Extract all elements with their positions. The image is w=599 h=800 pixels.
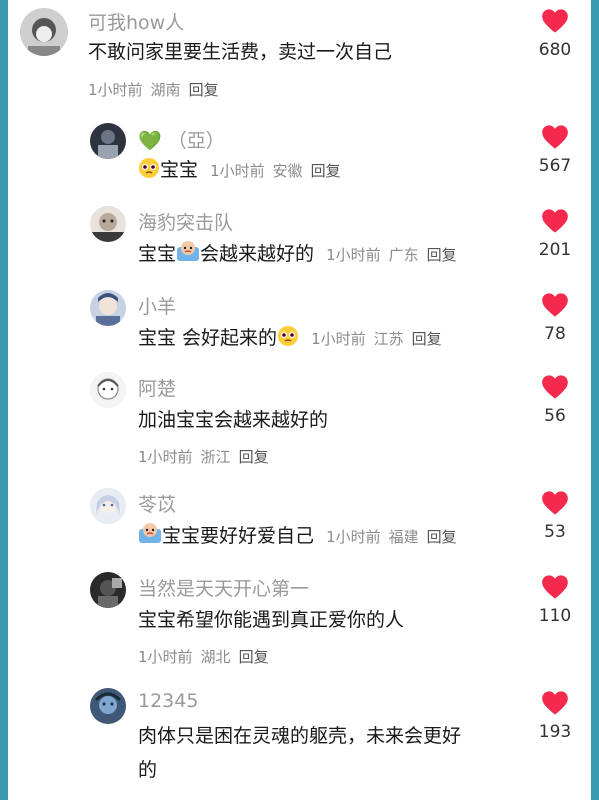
like-button[interactable]: 193 bbox=[535, 690, 575, 742]
avatar[interactable] bbox=[90, 688, 126, 724]
comment-text: 加油宝宝会越来越好的 bbox=[138, 409, 329, 431]
comment-location: 湖北 bbox=[200, 648, 231, 666]
like-button[interactable]: 680 bbox=[535, 8, 575, 60]
comment-time: 1小时前 bbox=[138, 648, 193, 666]
heart-icon bbox=[542, 293, 568, 317]
username[interactable]: 当然是天天开心第一 bbox=[138, 574, 309, 601]
heart-icon bbox=[542, 575, 568, 599]
comment-meta: 1小时前 湖北 回复 bbox=[138, 646, 269, 667]
crying-sticker-emoji bbox=[139, 523, 161, 543]
comment-time: 1小时前 bbox=[138, 448, 193, 466]
username[interactable]: 小羊 bbox=[138, 292, 176, 319]
reply-item[interactable]: 12345 肉体只是困在灵魂的躯壳，未来会更好 的 193 bbox=[8, 686, 591, 800]
comment-meta: 1小时前 浙江 回复 bbox=[138, 446, 269, 467]
reply-item[interactable]: 💚 （亞） 宝宝 1小时前 安徽 回复 567 bbox=[8, 120, 591, 200]
comment-text-line: 宝宝要好好爱自己 1小时前 福建 回复 bbox=[138, 520, 457, 553]
reply-button[interactable]: 回复 bbox=[412, 330, 442, 348]
pleading-face-emoji bbox=[278, 326, 299, 346]
avatar[interactable] bbox=[90, 123, 126, 159]
comment-text: 宝宝 bbox=[138, 243, 177, 265]
like-count: 78 bbox=[544, 324, 566, 344]
avatar[interactable] bbox=[20, 8, 68, 56]
like-count: 56 bbox=[544, 406, 566, 426]
comment-text-line: 宝宝 会好起来的 1小时前 江苏 回复 bbox=[138, 322, 442, 355]
heart-icon bbox=[542, 209, 568, 233]
username[interactable]: 海豹突击队 bbox=[138, 208, 233, 235]
like-count: 110 bbox=[538, 606, 572, 626]
username[interactable]: 💚 （亞） bbox=[138, 126, 225, 153]
reply-item[interactable]: 阿楚 加油宝宝会越来越好的 1小时前 浙江 回复 56 bbox=[8, 370, 591, 482]
comment-text: 肉体只是困在灵魂的躯壳，未来会更好 bbox=[138, 725, 462, 747]
reply-item[interactable]: 当然是天天开心第一 宝宝希望你能遇到真正爱你的人 1小时前 湖北 回复 110 bbox=[8, 570, 591, 682]
like-button[interactable]: 110 bbox=[535, 574, 575, 626]
heart-icon bbox=[542, 9, 568, 33]
avatar[interactable] bbox=[90, 372, 126, 408]
comment-location: 广东 bbox=[388, 246, 419, 264]
username[interactable]: 可我how人 bbox=[88, 8, 184, 35]
reply-button[interactable]: 回复 bbox=[189, 81, 219, 99]
comment-meta: 1小时前 湖南 回复 bbox=[88, 79, 219, 100]
like-count: 53 bbox=[544, 522, 566, 542]
comment-time: 1小时前 bbox=[326, 246, 381, 264]
reply-item[interactable]: 苓苡 宝宝要好好爱自己 1小时前 福建 回复 53 bbox=[8, 486, 591, 566]
like-count: 193 bbox=[538, 722, 572, 742]
comment-location: 福建 bbox=[388, 528, 419, 546]
avatar[interactable] bbox=[90, 488, 126, 524]
reply-item[interactable]: 小羊 宝宝 会好起来的 1小时前 江苏 回复 78 bbox=[8, 288, 591, 368]
avatar[interactable] bbox=[90, 206, 126, 242]
reply-button[interactable]: 回复 bbox=[427, 528, 457, 546]
comment-text: 不敢问家里要生活费，卖过一次自己 bbox=[88, 41, 393, 63]
like-count: 201 bbox=[538, 240, 572, 260]
comment-list: 可我how人 不敢问家里要生活费，卖过一次自己 1小时前 湖南 回复 680 💚 （… bbox=[8, 0, 591, 800]
like-count: 567 bbox=[538, 156, 572, 176]
pleading-face-emoji bbox=[139, 158, 159, 178]
comment-item[interactable]: 可我how人 不敢问家里要生活费，卖过一次自己 1小时前 湖南 回复 680 bbox=[8, 0, 591, 110]
like-button[interactable]: 53 bbox=[535, 490, 575, 542]
comment-text: 宝宝 会好起来的 bbox=[138, 327, 278, 349]
reply-button[interactable]: 回复 bbox=[239, 648, 269, 666]
comment-text-cont: 的 bbox=[138, 759, 158, 781]
like-button[interactable]: 201 bbox=[535, 208, 575, 260]
comment-location: 浙江 bbox=[200, 448, 231, 466]
comment-time: 1小时前 bbox=[326, 528, 381, 546]
like-button[interactable]: 567 bbox=[535, 124, 575, 176]
comment-location: 江苏 bbox=[373, 330, 404, 348]
comment-location: 湖南 bbox=[150, 81, 181, 99]
heart-icon bbox=[542, 375, 568, 399]
comment-text-line: 宝宝 会越来越好的 1小时前 广东 回复 bbox=[138, 238, 457, 271]
comment-text: 宝宝要好好爱自己 bbox=[162, 525, 315, 547]
like-button[interactable]: 78 bbox=[535, 292, 575, 344]
username[interactable]: 阿楚 bbox=[138, 374, 176, 401]
username[interactable]: 苓苡 bbox=[138, 490, 176, 517]
comment-text: 宝宝希望你能遇到真正爱你的人 bbox=[138, 609, 405, 631]
heart-icon bbox=[542, 691, 568, 715]
avatar[interactable] bbox=[90, 572, 126, 608]
comment-location: 安徽 bbox=[272, 162, 303, 180]
comment-text-cont: 会越来越好的 bbox=[200, 243, 315, 265]
avatar[interactable] bbox=[90, 290, 126, 326]
heart-icon bbox=[542, 125, 568, 149]
reply-button[interactable]: 回复 bbox=[311, 162, 341, 180]
username[interactable]: 12345 bbox=[138, 690, 198, 712]
comment-text-line: 宝宝 1小时前 安徽 回复 bbox=[138, 154, 341, 187]
reply-button[interactable]: 回复 bbox=[239, 448, 269, 466]
crying-sticker-emoji bbox=[177, 241, 200, 261]
reply-item[interactable]: 海豹突击队 宝宝 会越来越好的 1小时前 广东 回复 201 bbox=[8, 204, 591, 284]
comment-time: 1小时前 bbox=[311, 330, 366, 348]
comment-time: 1小时前 bbox=[210, 162, 265, 180]
like-count: 680 bbox=[538, 40, 572, 60]
comment-time: 1小时前 bbox=[88, 81, 143, 99]
comment-text: 宝宝 bbox=[160, 159, 199, 181]
heart-icon bbox=[542, 491, 568, 515]
like-button[interactable]: 56 bbox=[535, 374, 575, 426]
reply-button[interactable]: 回复 bbox=[427, 246, 457, 264]
